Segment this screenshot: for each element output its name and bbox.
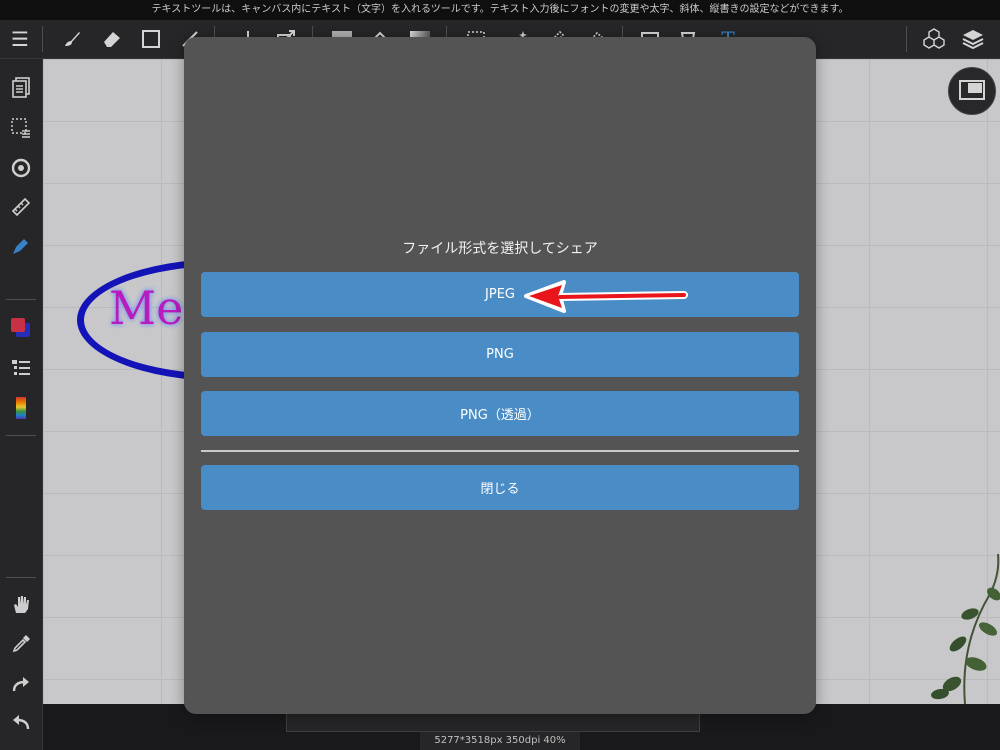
close-button[interactable]: 閉じる [201, 465, 799, 510]
share-format-dialog: ファイル形式を選択してシェア JPEG PNG PNG（透過） 閉じる [184, 37, 816, 714]
dialog-divider [201, 450, 799, 452]
png-transparent-button[interactable]: PNG（透過） [201, 391, 799, 436]
jpeg-button[interactable]: JPEG [201, 272, 799, 317]
png-button[interactable]: PNG [201, 332, 799, 377]
dialog-title: ファイル形式を選択してシェア [402, 241, 598, 257]
annotation-arrow-icon [524, 280, 688, 313]
